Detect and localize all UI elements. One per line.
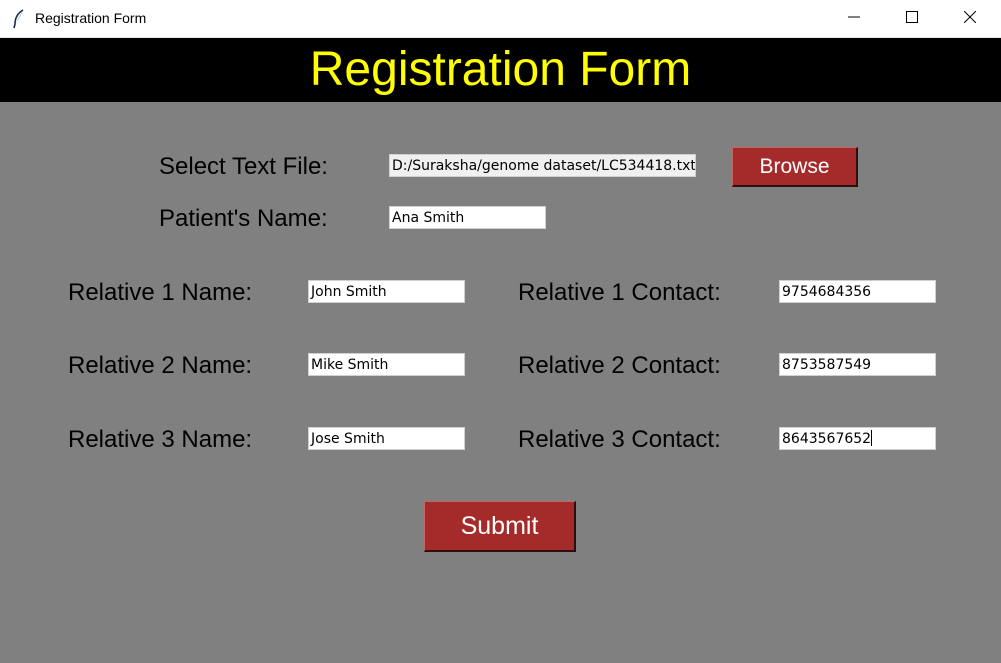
minimize-button[interactable] [825,0,883,38]
relative-1-contact-label: Relative 1 Contact: [518,279,721,306]
window-titlebar: Registration Form [0,0,1001,38]
maximize-icon [906,10,918,28]
patient-name-field[interactable]: Ana Smith [389,206,546,229]
relative-2-contact-label: Relative 2 Contact: [518,352,721,379]
relative-3-contact-field[interactable]: 8643567652 [779,427,936,450]
close-icon [963,10,977,28]
file-path-field[interactable]: D:/Suraksha/genome dataset/LC534418.txt [389,154,696,177]
select-file-label: Select Text File: [159,153,328,180]
relative-1-name-field[interactable]: John Smith [308,280,465,303]
feather-icon [12,9,26,29]
relative-3-contact-value: 8643567652 [782,431,872,447]
minimize-icon [848,10,860,28]
window-title: Registration Form [35,10,147,26]
relative-2-contact-field[interactable]: 8753587549 [779,353,936,376]
header-banner: Registration Form [0,38,1001,102]
page-title: Registration Form [309,43,692,96]
text-caret [871,430,873,446]
browse-button[interactable]: Browse [732,147,858,187]
patient-name-label: Patient's Name: [159,205,328,232]
close-button[interactable] [941,0,999,38]
relative-1-name-label: Relative 1 Name: [68,279,253,306]
relative-2-name-field[interactable]: Mike Smith [308,353,465,376]
maximize-button[interactable] [883,0,941,38]
relative-3-name-field[interactable]: Jose Smith [308,427,465,450]
relative-3-name-label: Relative 3 Name: [68,426,253,453]
relative-3-contact-label: Relative 3 Contact: [518,426,721,453]
submit-button[interactable]: Submit [424,501,576,552]
relative-2-name-label: Relative 2 Name: [68,352,253,379]
relative-1-contact-field[interactable]: 9754684356 [779,280,936,303]
